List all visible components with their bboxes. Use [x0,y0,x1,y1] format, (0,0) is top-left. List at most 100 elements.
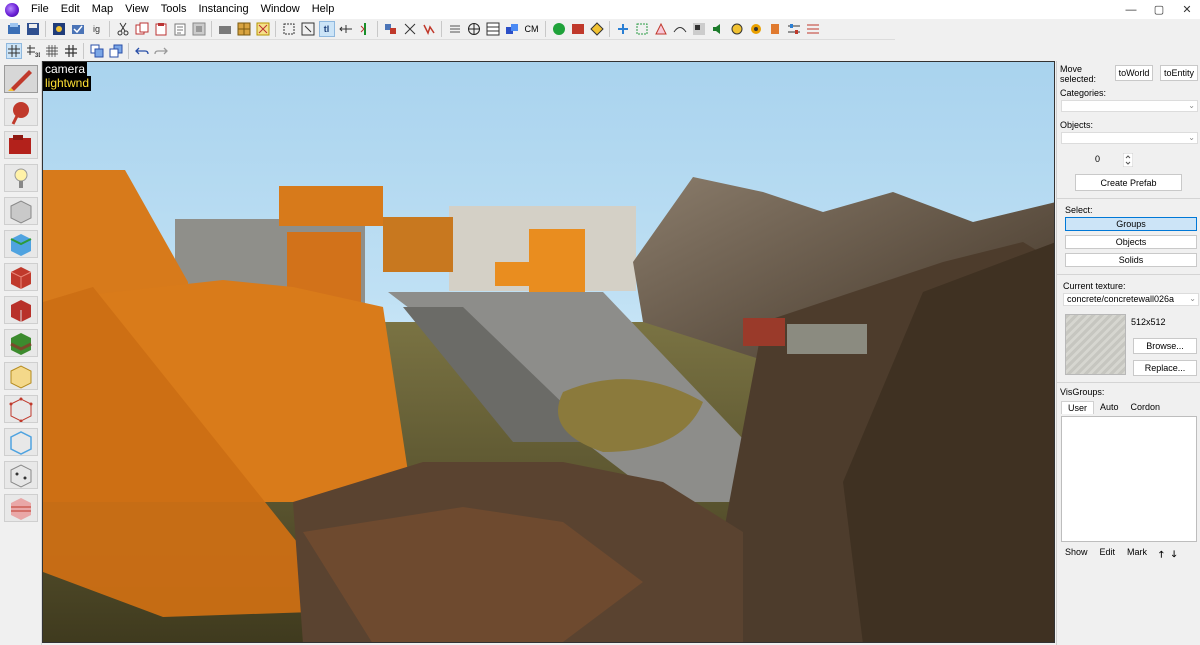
tools-icon[interactable] [447,21,463,37]
visgroup-icon[interactable] [691,21,707,37]
menu-window[interactable]: Window [255,0,306,19]
sound-icon[interactable] [710,21,726,37]
grid-large-icon[interactable] [63,43,79,59]
redo-icon[interactable] [153,43,169,59]
move-down-icon[interactable]: 🡓 [1172,546,1181,564]
send-back-icon[interactable] [108,43,124,59]
copy-icon[interactable] [134,21,150,37]
restore-icon[interactable]: ▢ [1152,3,1166,16]
tab-cordon[interactable]: Cordon [1125,401,1167,414]
block-tool[interactable] [4,197,38,225]
edit-button[interactable]: Edit [1096,546,1120,564]
ruler-icon[interactable] [767,21,783,37]
selection-box-icon[interactable] [281,21,297,37]
3d-camera-viewport[interactable]: camera lightwnd [42,61,1055,643]
selection-tool[interactable] [4,65,38,93]
cut-icon[interactable] [115,21,131,37]
check-icon[interactable] [70,21,86,37]
texture-icon[interactable] [236,21,252,37]
move-up-icon[interactable]: 🡑 [1155,546,1168,564]
entity-icon[interactable] [551,21,567,37]
texture-application-tool[interactable] [4,230,38,258]
texture-preview [1065,314,1126,375]
sliders-icon[interactable] [786,21,802,37]
select-tool-icon[interactable] [300,21,316,37]
clone-icon[interactable] [191,21,207,37]
to-entity-button[interactable]: toEntity [1160,65,1198,81]
paste-icon[interactable] [153,21,169,37]
create-prefab-button[interactable]: Create Prefab [1075,174,1182,191]
viewport-mode-label[interactable]: lightwnd [43,76,92,91]
menu-view[interactable]: View [119,0,155,19]
clip-icon[interactable] [615,21,631,37]
run-map-icon[interactable] [51,21,67,37]
hide-icon[interactable] [402,21,418,37]
cordon-icon[interactable] [504,21,520,37]
3d-grid-icon[interactable]: 3D [25,43,41,59]
decal-icon[interactable] [570,21,586,37]
window-grid-icon[interactable] [485,21,501,37]
bring-forward-icon[interactable] [89,43,105,59]
grid-small-icon[interactable] [44,43,60,59]
apply-texture-tool[interactable] [4,263,38,291]
carve-icon[interactable] [217,21,233,37]
grid-toggle-icon[interactable] [5,42,22,59]
objects-combo[interactable]: ⌄ [1061,132,1198,144]
cm-icon[interactable]: CM [523,21,541,37]
current-texture-combo[interactable]: concrete/concretewall026a ⌄ [1063,293,1199,306]
load-icon[interactable] [6,21,22,37]
browse-button[interactable]: Browse... [1133,338,1197,354]
physics-icon[interactable] [729,21,745,37]
undo-icon[interactable] [134,43,150,59]
vertex-icon[interactable] [634,21,650,37]
overlay-icon[interactable] [589,21,605,37]
save-icon[interactable] [25,21,41,37]
magnify-tool[interactable] [4,98,38,126]
visgroups-list[interactable] [1061,416,1197,542]
select-groups-button[interactable]: Groups [1065,217,1197,231]
categories-combo[interactable]: ⌄ [1061,100,1198,112]
morph-icon[interactable] [653,21,669,37]
menu-tools[interactable]: Tools [155,0,193,19]
wrap-icon[interactable] [421,21,437,37]
menu-help[interactable]: Help [306,0,341,19]
path-icon[interactable] [672,21,688,37]
tl-icon[interactable]: tl [318,21,335,37]
particle-icon[interactable] [748,21,764,37]
tie-icon[interactable] [255,21,271,37]
menu-file[interactable]: File [25,0,55,19]
align-icon[interactable] [338,21,354,37]
menu-map[interactable]: Map [86,0,119,19]
select-objects-button[interactable]: Objects [1065,235,1197,249]
paste-special-icon[interactable] [172,21,188,37]
flip-icon[interactable] [357,21,373,37]
replace-button[interactable]: Replace... [1133,360,1197,376]
decal-tool[interactable] [4,296,38,324]
entity-tool[interactable] [4,164,38,192]
show-button[interactable]: Show [1061,546,1092,564]
counter-stepper[interactable] [1122,152,1134,168]
close-icon[interactable]: ✕ [1180,3,1194,16]
group-icon[interactable] [383,21,399,37]
chevron-down-icon: ⌄ [1189,294,1196,303]
vertex-tool[interactable] [4,395,38,423]
texture-size-label: 512x512 [1131,317,1166,327]
menu-instancing[interactable]: Instancing [192,0,254,19]
globe-icon[interactable] [466,21,482,37]
clipping-tool[interactable] [4,362,38,390]
path-tool[interactable] [4,428,38,456]
settings-icon[interactable] [805,21,821,37]
sprinkle-tool[interactable] [4,461,38,489]
menu-edit[interactable]: Edit [55,0,86,19]
camera-tool[interactable] [4,131,38,159]
select-solids-button[interactable]: Solids [1065,253,1197,267]
to-world-button[interactable]: toWorld [1115,65,1153,81]
tab-auto[interactable]: Auto [1094,401,1125,414]
minimize-icon[interactable]: — [1124,4,1138,16]
overlay-tool[interactable] [4,329,38,357]
ig-icon[interactable]: ig [89,21,105,37]
cordon-tool[interactable] [4,494,38,522]
mark-button[interactable]: Mark [1123,546,1151,564]
secondary-toolbar: 3D [0,40,190,61]
tab-user[interactable]: User [1061,401,1095,414]
